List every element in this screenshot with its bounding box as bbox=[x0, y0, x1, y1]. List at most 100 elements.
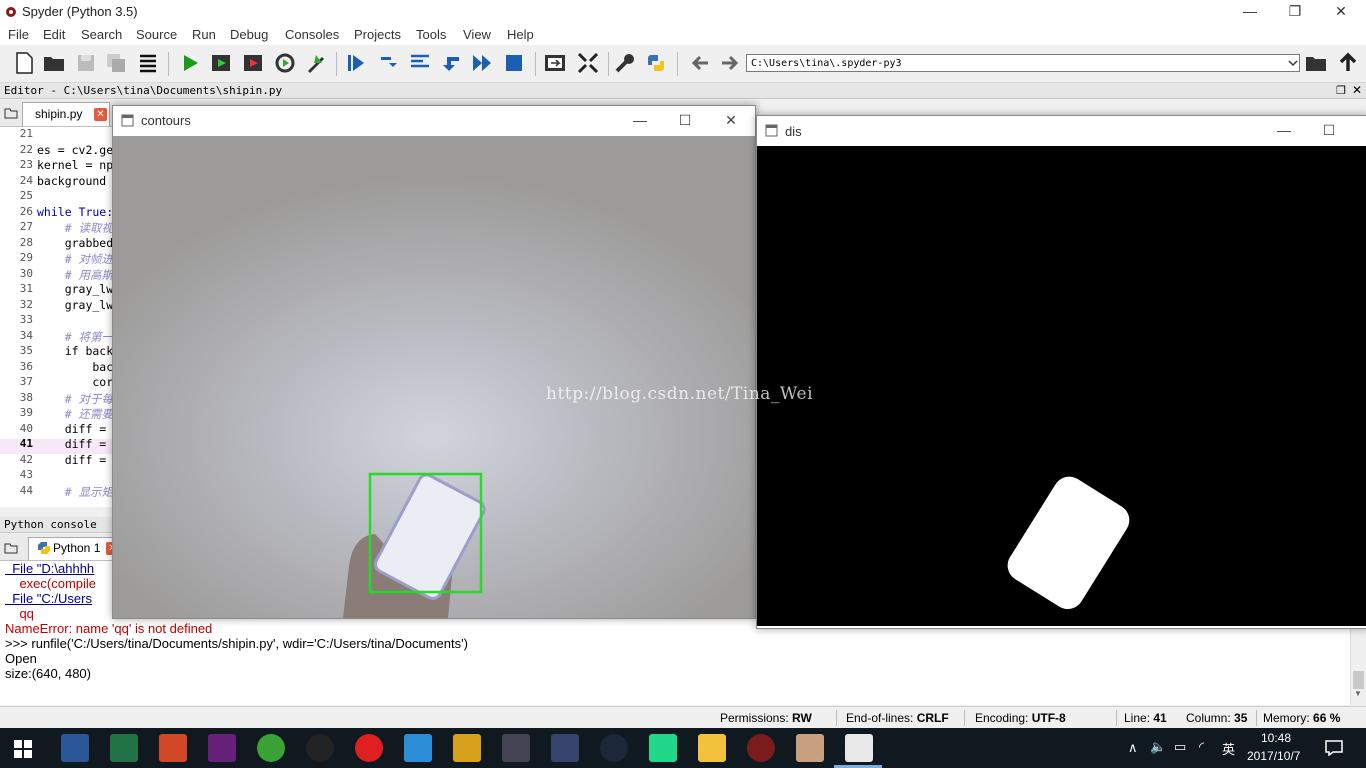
save-all-icon[interactable] bbox=[104, 51, 128, 75]
line-number: 29 bbox=[19, 251, 33, 264]
menu-view[interactable]: View bbox=[463, 27, 491, 42]
run-cell-advance-icon[interactable] bbox=[242, 51, 266, 75]
menu-run[interactable]: Run bbox=[192, 27, 216, 42]
code-line: cor bbox=[37, 375, 114, 389]
restore-button[interactable]: ❐ bbox=[1272, 0, 1318, 24]
console-line: >>> runfile('C:/Users/tina/Documents/shi… bbox=[5, 636, 468, 651]
line-number: 28 bbox=[19, 235, 33, 249]
menu-tools[interactable]: Tools bbox=[416, 27, 446, 42]
contours-minimize-button[interactable]: — bbox=[625, 110, 655, 130]
ipython-icon[interactable] bbox=[845, 734, 873, 762]
run-icon[interactable] bbox=[178, 51, 202, 75]
pycharm-icon[interactable] bbox=[649, 734, 677, 762]
show-hidden-icons-icon[interactable]: ∧ bbox=[1128, 740, 1138, 756]
visual-studio-icon[interactable] bbox=[208, 734, 236, 762]
list-icon[interactable] bbox=[136, 51, 160, 75]
clock-date[interactable]: 2017/10/7 bbox=[1247, 749, 1300, 763]
qq-icon[interactable] bbox=[306, 734, 334, 762]
clock-time[interactable]: 10:48 bbox=[1261, 731, 1291, 745]
debug-icon[interactable] bbox=[304, 51, 328, 75]
step-out-icon[interactable] bbox=[439, 51, 463, 75]
watermark-text: http://blog.csdn.net/Tina_Wei bbox=[546, 384, 814, 404]
notification-center-icon[interactable] bbox=[1325, 740, 1343, 756]
line-number: 30 bbox=[19, 266, 33, 280]
close-button[interactable]: ✕ bbox=[1318, 0, 1364, 24]
spyder-taskbar-icon[interactable] bbox=[747, 734, 775, 762]
dis-minimize-button[interactable]: — bbox=[1269, 120, 1299, 140]
menu-consoles[interactable]: Consoles bbox=[285, 27, 339, 42]
dis-maximize-button[interactable]: ☐ bbox=[1314, 120, 1344, 140]
menu-search[interactable]: Search bbox=[81, 27, 122, 42]
code-line: # 将第一 bbox=[37, 329, 114, 344]
stop-icon[interactable] bbox=[502, 51, 526, 75]
stack-icon[interactable] bbox=[551, 734, 579, 762]
minimize-button[interactable]: — bbox=[1227, 0, 1273, 24]
webcam-frame bbox=[343, 472, 486, 618]
image-viewer-icon[interactable] bbox=[796, 734, 824, 762]
contours-close-button[interactable]: ✕ bbox=[716, 110, 746, 130]
parent-dir-arrow-icon[interactable] bbox=[1336, 51, 1360, 75]
file-explorer-icon[interactable] bbox=[698, 734, 726, 762]
preferences-wrench-icon[interactable] bbox=[613, 51, 637, 75]
excel-icon[interactable] bbox=[110, 734, 138, 762]
step-into-icon[interactable] bbox=[377, 51, 401, 75]
python-path-icon[interactable] bbox=[644, 51, 668, 75]
code-line: bac bbox=[37, 359, 114, 374]
network-tool-icon[interactable] bbox=[502, 734, 530, 762]
scrollbar-thumb[interactable] bbox=[1353, 671, 1364, 689]
app-icon[interactable] bbox=[453, 734, 481, 762]
continue-icon[interactable] bbox=[470, 51, 494, 75]
code-line: gray_lw bbox=[37, 297, 114, 312]
line-number: 23 bbox=[19, 158, 33, 171]
powerpoint-icon[interactable] bbox=[159, 734, 187, 762]
back-arrow-icon[interactable] bbox=[688, 51, 712, 75]
rerun-icon[interactable] bbox=[273, 51, 297, 75]
maximize-pane-icon[interactable] bbox=[543, 51, 567, 75]
debug-step-icon[interactable] bbox=[344, 51, 368, 75]
menu-file[interactable]: File bbox=[8, 27, 29, 42]
browse-folder-icon[interactable] bbox=[1304, 51, 1328, 75]
run-cell-icon[interactable] bbox=[210, 51, 234, 75]
wifi-icon[interactable]: ◜ bbox=[1199, 739, 1204, 755]
browse-consoles-folder-icon[interactable] bbox=[4, 542, 18, 554]
input-method-indicator[interactable]: 英 bbox=[1222, 739, 1235, 758]
close-tab-icon[interactable]: ✕ bbox=[94, 108, 107, 121]
browser-icon[interactable] bbox=[257, 734, 285, 762]
menu-bar: File Edit Search Source Run Debug Consol… bbox=[0, 24, 1366, 45]
contours-frame-image bbox=[113, 136, 755, 618]
status-bar: Permissions: RW End-of-lines: CRLF Encod… bbox=[0, 706, 1366, 729]
volume-icon[interactable]: 🔈 bbox=[1150, 739, 1166, 755]
netease-music-icon[interactable] bbox=[355, 734, 383, 762]
scroll-down-icon[interactable]: ▼ bbox=[1354, 689, 1362, 698]
undock-icon[interactable]: ❐ bbox=[1336, 84, 1346, 97]
code-line: # 对于每 bbox=[37, 391, 114, 406]
working-directory-input[interactable]: C:\Users\tina\.spyder-py3 bbox=[746, 54, 1300, 72]
code-line: # 还需要 bbox=[37, 407, 114, 421]
close-pane-icon[interactable]: ✕ bbox=[1352, 83, 1362, 97]
line-number: 25 bbox=[19, 189, 33, 202]
contours-window[interactable]: contours — ☐ ✕ bbox=[112, 105, 756, 619]
open-folder-icon[interactable] bbox=[42, 51, 66, 75]
word-icon[interactable] bbox=[61, 734, 89, 762]
menu-projects[interactable]: Projects bbox=[354, 27, 401, 42]
forward-arrow-icon[interactable] bbox=[718, 51, 742, 75]
console-line: File "C:/Users bbox=[5, 591, 92, 606]
windows-start-icon[interactable] bbox=[14, 740, 32, 758]
menu-debug[interactable]: Debug bbox=[230, 27, 268, 42]
save-icon[interactable] bbox=[74, 51, 98, 75]
contours-maximize-button[interactable]: ☐ bbox=[670, 110, 700, 130]
new-file-icon[interactable] bbox=[12, 51, 36, 75]
menu-source[interactable]: Source bbox=[136, 27, 177, 42]
window-icon bbox=[121, 114, 134, 127]
feiq-icon[interactable] bbox=[404, 734, 432, 762]
fullscreen-icon[interactable] bbox=[576, 51, 600, 75]
dis-window[interactable]: dis — ☐ bbox=[756, 115, 1366, 629]
menu-help[interactable]: Help bbox=[507, 27, 534, 42]
battery-icon[interactable]: ▭ bbox=[1174, 739, 1186, 755]
steam-icon[interactable] bbox=[600, 734, 628, 762]
browse-tabs-folder-icon[interactable] bbox=[4, 107, 18, 119]
menu-edit[interactable]: Edit bbox=[43, 27, 65, 42]
line-number: 24 bbox=[19, 173, 33, 187]
step-return-icon[interactable] bbox=[408, 51, 432, 75]
chevron-down-icon[interactable] bbox=[1288, 58, 1298, 68]
